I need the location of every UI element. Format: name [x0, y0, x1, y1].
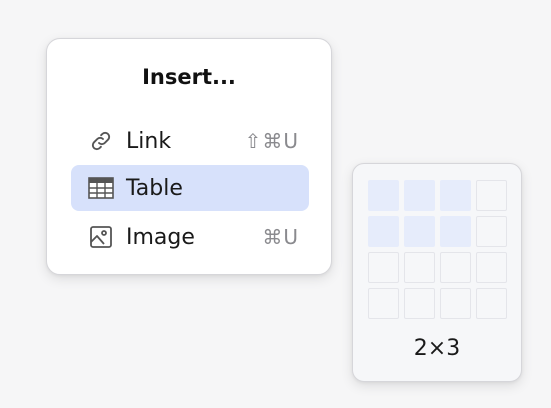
grid-cell[interactable]: [404, 252, 435, 283]
table-size-grid[interactable]: [368, 180, 507, 319]
table-size-picker: 2×3: [352, 163, 522, 382]
menu-item-table[interactable]: Table: [71, 165, 309, 211]
menu-item-label: Link: [126, 128, 172, 154]
table-icon: [88, 175, 114, 201]
menu-item-image[interactable]: Image ⌘U: [71, 214, 309, 260]
grid-cell[interactable]: [476, 180, 507, 211]
menu-item-shortcut: ⌘U: [262, 225, 299, 249]
image-icon: [88, 224, 114, 250]
canvas: Insert... Link ⇧⌘U Table Image ⌘U 2×3: [0, 0, 551, 408]
grid-cell[interactable]: [440, 288, 471, 319]
menu-item-label: Image: [126, 224, 195, 250]
insert-menu: Insert... Link ⇧⌘U Table Image ⌘U: [46, 38, 332, 275]
menu-item-label: Table: [126, 175, 183, 201]
grid-cell[interactable]: [440, 216, 471, 247]
grid-cell[interactable]: [368, 288, 399, 319]
menu-title: Insert...: [142, 65, 236, 89]
grid-cell[interactable]: [368, 216, 399, 247]
grid-cell[interactable]: [440, 252, 471, 283]
grid-cell[interactable]: [476, 252, 507, 283]
grid-cell[interactable]: [476, 216, 507, 247]
table-size-label: 2×3: [413, 336, 461, 361]
grid-cell[interactable]: [440, 180, 471, 211]
menu-item-link[interactable]: Link ⇧⌘U: [71, 118, 309, 164]
grid-cell[interactable]: [476, 288, 507, 319]
grid-cell[interactable]: [368, 180, 399, 211]
grid-cell[interactable]: [368, 252, 399, 283]
grid-cell[interactable]: [404, 180, 435, 211]
menu-item-shortcut: ⇧⌘U: [244, 129, 299, 153]
grid-cell[interactable]: [404, 288, 435, 319]
link-icon: [88, 128, 114, 154]
grid-cell[interactable]: [404, 216, 435, 247]
